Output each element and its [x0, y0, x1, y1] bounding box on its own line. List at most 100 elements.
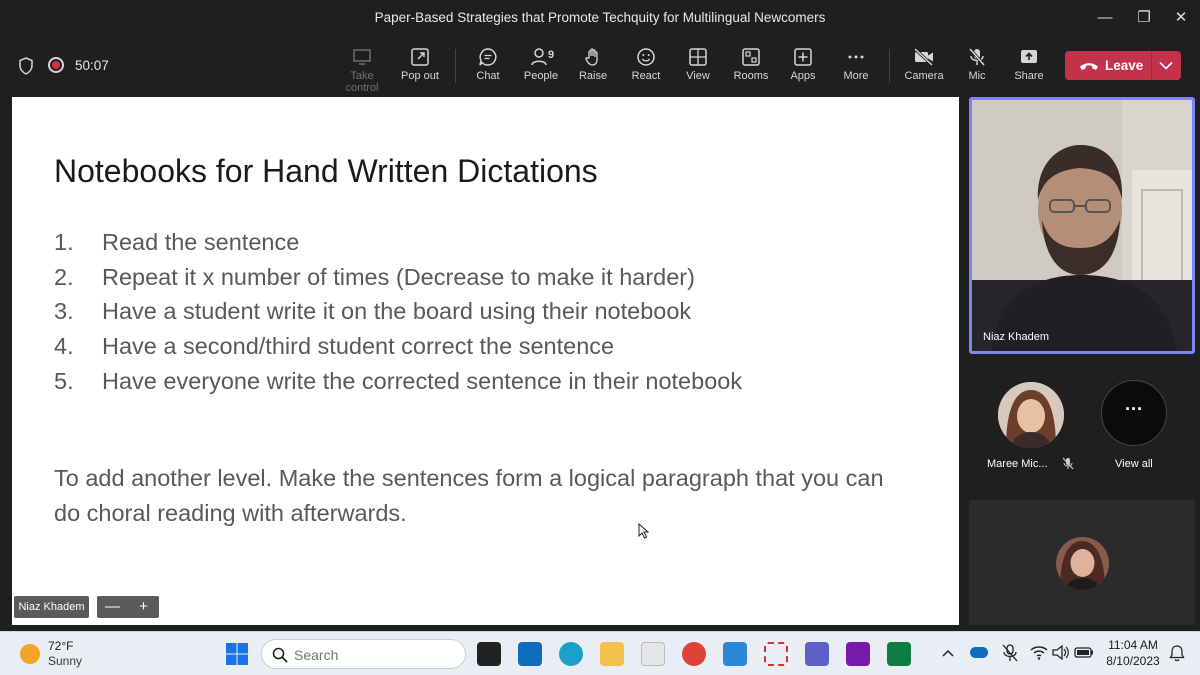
- chrome-icon[interactable]: [682, 642, 706, 666]
- rooms-label: Rooms: [733, 70, 769, 82]
- more-icon: [848, 55, 864, 59]
- list-number: 3.: [54, 298, 74, 325]
- chat-button[interactable]: Chat: [460, 41, 516, 91]
- meeting-toolbar: 50:07 Take control Pop out Chat 9 People…: [0, 37, 1200, 94]
- chevron-down-icon[interactable]: [1159, 61, 1173, 70]
- notification-icon[interactable]: [1168, 644, 1186, 662]
- zoom-controls: — +: [97, 596, 159, 618]
- share-label: Share: [1014, 70, 1044, 82]
- take-control-button: Take control: [333, 41, 391, 94]
- outlook-icon[interactable]: [518, 642, 542, 666]
- list-item: 2. Repeat it x number of times (Decrease …: [54, 260, 742, 295]
- active-speaker-video[interactable]: [969, 97, 1195, 354]
- leave-button[interactable]: Leave: [1065, 51, 1181, 80]
- list-text: Have a student write it on the board usi…: [102, 298, 692, 325]
- raise-label: Raise: [578, 70, 608, 82]
- view-button[interactable]: View: [670, 41, 726, 91]
- participant-name: Maree Mic...: [987, 458, 1048, 470]
- list-item: 5. Have everyone write the corrected sent…: [54, 364, 742, 399]
- apps-label: Apps: [790, 70, 816, 82]
- participant-photo: [1056, 537, 1109, 590]
- share-button[interactable]: Share: [1001, 41, 1057, 91]
- windows-taskbar: 72°F Sunny 11:04 AM 8/10/2023: [0, 631, 1200, 675]
- meeting-timer: 50:07: [75, 58, 109, 73]
- participant-tile[interactable]: [969, 500, 1195, 625]
- list-number: 2.: [54, 263, 74, 290]
- list-number: 5.: [54, 367, 74, 394]
- maximize-button[interactable]: ❐: [1129, 6, 1159, 30]
- raise-hand-button[interactable]: Raise: [565, 41, 621, 91]
- grid-view-icon: [689, 48, 707, 66]
- leave-label: Leave: [1105, 58, 1144, 73]
- view-all-button[interactable]: ···: [1101, 380, 1167, 446]
- presenter-name-tag: Niaz Khadem: [14, 596, 89, 618]
- pop-out-label: Pop out: [401, 70, 439, 82]
- list-text: Have a second/third student correct the …: [102, 333, 615, 360]
- toolbar-divider: [889, 49, 890, 83]
- react-button[interactable]: React: [618, 41, 674, 91]
- smiley-icon: [637, 48, 655, 66]
- zoom-out-button[interactable]: —: [97, 596, 128, 617]
- zoom-in-button[interactable]: +: [128, 596, 159, 617]
- slide-title: Notebooks for Hand Written Dictations: [54, 153, 598, 189]
- chat-icon: [479, 48, 497, 66]
- weather-condition[interactable]: Sunny: [48, 654, 82, 668]
- camera-button[interactable]: Camera: [896, 41, 952, 91]
- mic-off-icon: [968, 48, 986, 66]
- onedrive-icon[interactable]: [970, 647, 988, 658]
- clock-time[interactable]: 11:04 AM: [1102, 638, 1164, 652]
- apps-button[interactable]: Apps: [775, 41, 831, 91]
- participant-avatar[interactable]: [998, 382, 1064, 448]
- shield-icon[interactable]: [18, 57, 34, 75]
- edge-icon[interactable]: [559, 642, 583, 666]
- participant-avatar: [1056, 537, 1109, 590]
- people-count: 9: [548, 49, 555, 61]
- task-view-icon[interactable]: [477, 642, 501, 666]
- chevron-up-icon[interactable]: [942, 649, 954, 657]
- battery-icon[interactable]: [1074, 647, 1094, 658]
- weather-temperature[interactable]: 72°F: [48, 639, 73, 653]
- clock-date[interactable]: 8/10/2023: [1102, 654, 1164, 668]
- list-number: 4.: [54, 333, 74, 360]
- plus-box-icon: [794, 48, 812, 66]
- mic-off-icon[interactable]: [1002, 644, 1018, 662]
- take-control-label: Take control: [345, 70, 379, 94]
- people-button[interactable]: 9 People: [513, 41, 569, 91]
- list-text: Read the sentence: [102, 229, 300, 255]
- excel-icon[interactable]: [887, 642, 911, 666]
- search-icon: [272, 647, 288, 663]
- take-control-icon: [353, 49, 371, 65]
- photos-icon[interactable]: [723, 642, 747, 666]
- camera-label: Camera: [904, 70, 944, 82]
- onenote-icon[interactable]: [846, 642, 870, 666]
- pop-out-button[interactable]: Pop out: [392, 41, 448, 91]
- wifi-icon[interactable]: [1030, 645, 1048, 660]
- close-button[interactable]: ✕: [1166, 6, 1196, 30]
- mic-label: Mic: [968, 70, 986, 82]
- minimize-button[interactable]: —: [1090, 6, 1120, 30]
- teams-icon[interactable]: [805, 642, 829, 666]
- taskbar-search[interactable]: [261, 639, 466, 669]
- camera-off-icon: [913, 47, 934, 67]
- volume-icon[interactable]: [1052, 645, 1070, 660]
- snipping-tool-icon[interactable]: [764, 642, 788, 666]
- toolbar-divider: [455, 49, 456, 83]
- pop-out-icon: [411, 48, 429, 66]
- file-explorer-icon[interactable]: [600, 642, 624, 666]
- search-input[interactable]: [294, 646, 454, 664]
- window-title: Paper-Based Strategies that Promote Tech…: [374, 10, 826, 25]
- windows-start-icon[interactable]: [225, 642, 249, 666]
- microsoft-store-icon[interactable]: [641, 642, 665, 666]
- react-label: React: [631, 70, 661, 82]
- recording-icon: [48, 57, 64, 73]
- list-text: Have everyone write the corrected senten…: [102, 367, 743, 394]
- participant-photo: [998, 382, 1064, 448]
- more-button[interactable]: More: [828, 41, 884, 91]
- rooms-button[interactable]: Rooms: [723, 41, 779, 91]
- mic-muted-icon: [1062, 457, 1074, 470]
- shared-screen: Notebooks for Hand Written Dictations 1.…: [12, 97, 959, 625]
- mic-button[interactable]: Mic: [949, 41, 1005, 91]
- more-label: More: [843, 70, 869, 82]
- view-all-label[interactable]: View all: [1115, 458, 1153, 470]
- sun-icon[interactable]: [20, 644, 40, 664]
